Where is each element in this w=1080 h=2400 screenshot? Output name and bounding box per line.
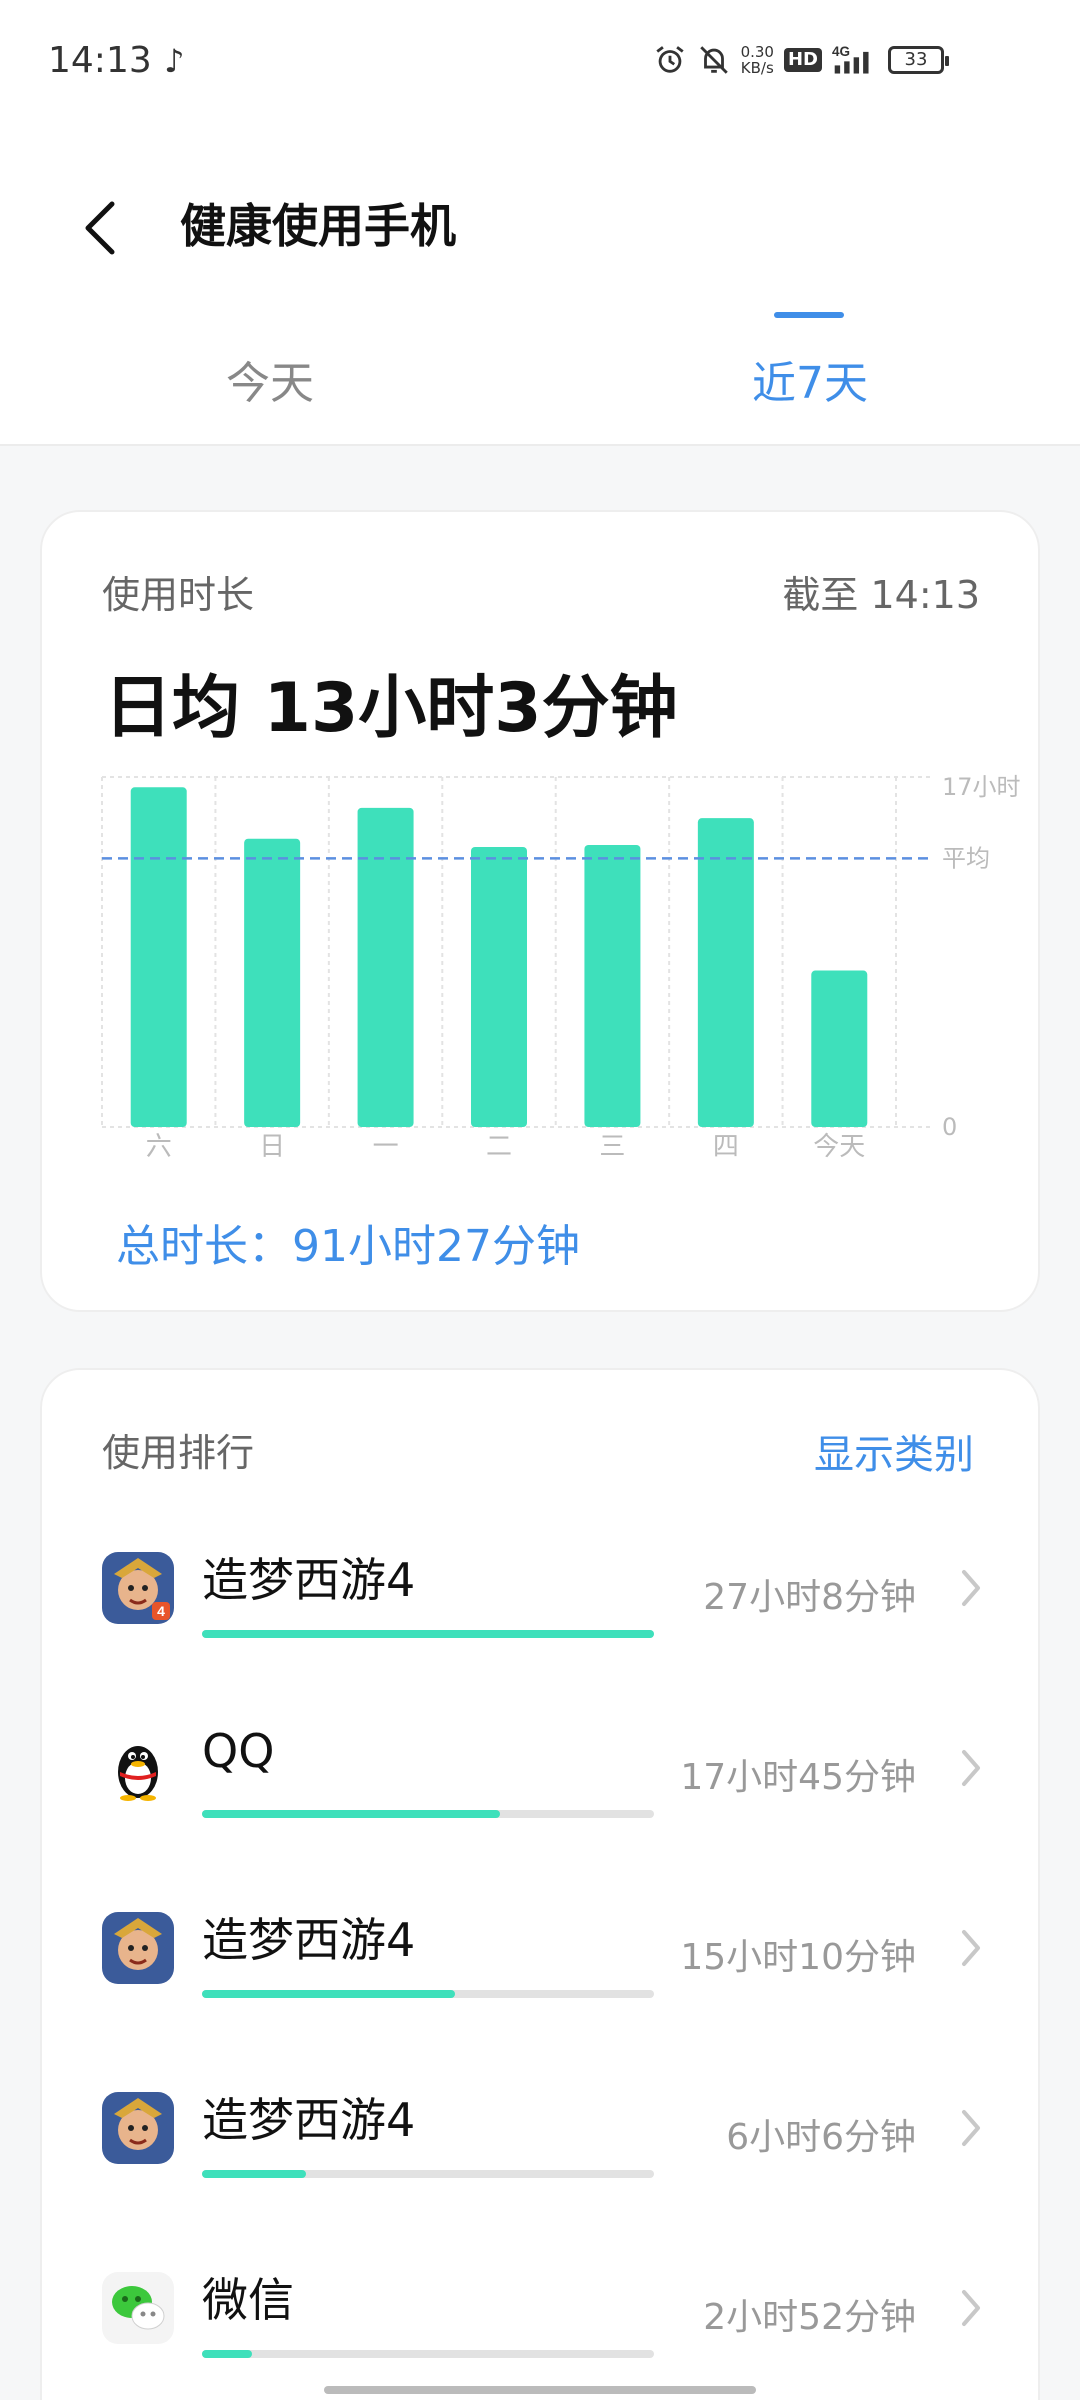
notifications-off-icon: [699, 46, 728, 74]
music-note-icon: ♪: [164, 42, 185, 80]
x-tick-label: 三: [599, 1132, 625, 1162]
network-label: 4G: [832, 44, 850, 59]
usage-bar-chart: 六 日 一 二 三 四 今天 17小时平均 0: [42, 757, 1042, 1177]
header-divider: [0, 444, 1080, 446]
app-usage-time: 2小时52分钟: [703, 2297, 916, 2338]
app-name: 微信: [202, 2273, 294, 2327]
app-row[interactable]: 造梦西游4 15小时10分钟: [42, 1896, 1042, 2046]
usage-duration-label: 使用时长: [102, 573, 255, 617]
game-hero-icon: [102, 2092, 174, 2164]
chevron-right-icon: [962, 1570, 980, 1606]
usage-duration-card: 使用时长 截至 14:13 日均 13小时3分钟 六 日 一 二 三 四 今天 17小时平均 0…: [40, 510, 1040, 1312]
app-name: 造梦西游4: [202, 2093, 416, 2147]
app-row[interactable]: 微信 2小时52分钟: [42, 2256, 1042, 2400]
x-tick-label: 二: [486, 1132, 512, 1162]
active-tab-indicator: [774, 312, 844, 318]
chevron-right-icon: [962, 2290, 980, 2326]
app-name: 造梦西游4: [202, 1913, 416, 1967]
cutoff-time: 截至 14:13: [782, 573, 980, 617]
app-usage-time: 6小时6分钟: [726, 2117, 916, 2158]
usage-bar-fill: [202, 1990, 456, 1998]
chevron-right-icon: [962, 2110, 980, 2146]
battery-indicator: 33: [888, 46, 949, 74]
tab-7-days[interactable]: 近7天: [540, 324, 1080, 444]
y-zero-label: 0: [942, 1113, 957, 1141]
chart-bar: [130, 787, 187, 1127]
x-tick-label: 六: [146, 1132, 172, 1162]
qq-penguin-icon: [102, 1732, 174, 1804]
back-button[interactable]: [60, 180, 140, 276]
back-arrow-icon: [85, 201, 115, 255]
app-usage-time: 15小时10分钟: [680, 1937, 916, 1978]
game-hero-icon: [102, 1912, 174, 1984]
usage-bar-fill: [202, 1630, 654, 1638]
app-row[interactable]: 4 造梦西游4 27小时8分钟: [42, 1536, 1042, 1686]
y-average-label: 平均: [942, 844, 990, 872]
usage-bar-fill: [202, 1810, 501, 1818]
status-bar: 14:13 ♪ 0.30 KB/s HD 4G 33: [0, 0, 1080, 124]
usage-bar-fill: [202, 2170, 306, 2178]
status-icons: 0.30 KB/s HD 4G 33: [653, 40, 949, 80]
y-max-label: 17小时: [942, 773, 1021, 801]
svg-text:4: 4: [157, 1603, 165, 1619]
usage-bar-track: [202, 1990, 654, 1998]
x-tick-label: 今天: [813, 1132, 865, 1162]
app-usage-time: 17小时45分钟: [680, 1757, 916, 1798]
net-speed-unit: KB/s: [740, 59, 774, 77]
usage-bar-track: [202, 1810, 654, 1818]
usage-bar-track: [202, 2350, 654, 2358]
app-row[interactable]: QQ 17小时45分钟: [42, 1716, 1042, 1866]
tab-today[interactable]: 今天: [0, 324, 540, 444]
page-title: 健康使用手机: [180, 199, 456, 253]
chart-bar: [357, 807, 414, 1127]
usage-bar-fill: [202, 2350, 252, 2358]
app-name: QQ: [202, 1724, 275, 1778]
hd-badge: HD: [783, 48, 822, 72]
status-time: 14:13: [48, 40, 152, 81]
chevron-right-icon: [962, 1750, 980, 1786]
app-usage-time: 27小时8分钟: [703, 1577, 916, 1618]
net-speed-value: 0.30: [740, 43, 774, 61]
header: 健康使用手机 今天 近7天: [0, 124, 1080, 444]
chart-bar: [244, 838, 301, 1127]
x-tick-label: 一: [373, 1132, 399, 1162]
chart-bar: [584, 844, 641, 1127]
chart-svg: 六 日 一 二 三 四 今天 17小时平均 0: [101, 773, 1021, 1162]
wechat-icon: [102, 2272, 174, 2344]
x-tick-label: 日: [259, 1132, 285, 1162]
usage-bar-track: [202, 2170, 654, 2178]
network-speed: 0.30 KB/s: [741, 44, 774, 76]
home-indicator[interactable]: [324, 2386, 756, 2394]
game-hero-icon: 4: [102, 1552, 174, 1624]
alarm-icon: [655, 46, 684, 73]
usage-ranking-label: 使用排行: [102, 1431, 255, 1475]
signal-4g-icon: 4G: [832, 44, 869, 74]
daily-average: 日均 13小时3分钟: [104, 669, 678, 748]
chart-bar: [697, 818, 754, 1127]
total-duration: 总时长：91小时27分钟: [116, 1221, 580, 1272]
chevron-right-icon: [962, 1930, 980, 1966]
chart-bar: [471, 847, 527, 1127]
chart-bar: [811, 970, 868, 1127]
usage-ranking-card: 使用排行 显示类别 4 造梦西游4 27小时8分钟 QQ 17小时45分钟 造梦…: [40, 1368, 1040, 2400]
usage-bar-track: [202, 1630, 654, 1638]
tabs: 今天 近7天: [0, 324, 1080, 444]
app-row[interactable]: 造梦西游4 6小时6分钟: [42, 2076, 1042, 2226]
x-tick-label: 四: [713, 1132, 739, 1162]
app-name: 造梦西游4: [202, 1553, 416, 1607]
show-category-button[interactable]: 显示类别: [814, 1422, 974, 1480]
